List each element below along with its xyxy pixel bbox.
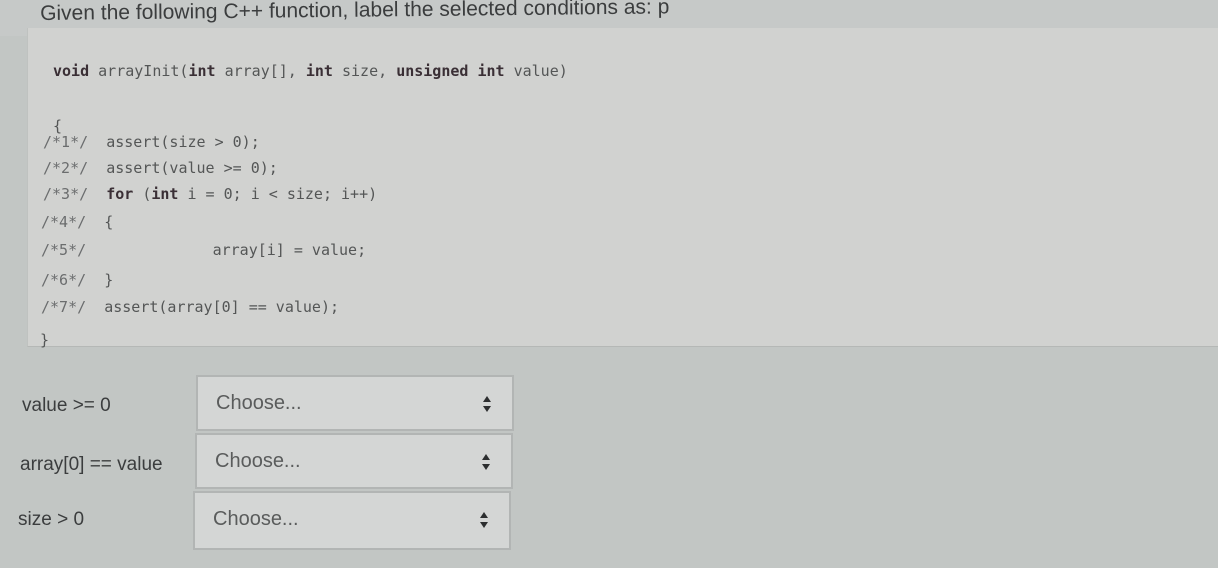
code-line-6: /*6*/ } [41, 271, 113, 289]
code-text: array[i] = value; [86, 241, 367, 259]
code-line-2: /*2*/ assert(value >= 0); [43, 159, 278, 177]
code-text: size, [332, 62, 397, 80]
code-text: array[], [215, 62, 306, 80]
code-text: value) [504, 62, 568, 80]
code-block: void arrayInit(int array[], int size, un… [27, 28, 1218, 349]
line-comment: /*1*/ [43, 133, 89, 151]
line-comment: /*3*/ [43, 185, 89, 203]
code-line-4: /*4*/ { [41, 213, 113, 231]
line-comment: /*7*/ [41, 298, 87, 316]
select-value: Choose... [216, 392, 302, 414]
select-value: Choose... [213, 508, 299, 530]
code-text: } [86, 271, 114, 289]
code-text: ( [133, 185, 152, 203]
keyword: int [305, 62, 333, 80]
function-signature: void arrayInit(int array[], int size, un… [53, 62, 568, 80]
condition-select[interactable]: Choose... [196, 375, 514, 431]
keyword: unsigned int [396, 62, 505, 80]
select-value: Choose... [215, 450, 301, 472]
match-row: size > 0 Choose... [0, 491, 530, 550]
line-comment: /*5*/ [41, 241, 87, 259]
condition-select[interactable]: Choose... [193, 491, 511, 550]
condition-label: array[0] == value [20, 454, 163, 475]
updown-arrows-icon [482, 454, 490, 470]
code-line-5: /*5*/ array[i] = value; [41, 241, 366, 259]
keyword: int [151, 185, 179, 203]
code-line-1: /*1*/ assert(size > 0); [43, 133, 260, 151]
code-line-7: /*7*/ assert(array[0] == value); [41, 298, 339, 316]
condition-select[interactable]: Choose... [195, 433, 513, 489]
updown-arrows-icon [483, 396, 491, 412]
keyword: for [106, 185, 134, 203]
code-text: arrayInit( [89, 62, 189, 80]
code-text: assert(size > 0); [88, 133, 260, 151]
updown-arrows-icon [480, 512, 488, 528]
keyword: int [188, 62, 216, 80]
condition-label: value >= 0 [22, 395, 111, 416]
line-comment: /*6*/ [41, 271, 87, 289]
code-text: assert(value >= 0); [88, 159, 278, 177]
line-comment: /*2*/ [43, 159, 89, 177]
condition-label: size > 0 [18, 509, 85, 530]
code-text: { [86, 213, 114, 231]
match-row: value >= 0 Choose... [0, 375, 530, 433]
code-line-3: /*3*/ for (int i = 0; i < size; i++) [43, 185, 377, 203]
line-comment: /*4*/ [41, 213, 87, 231]
code-text: assert(array[0] == value); [86, 298, 340, 316]
keyword: void [53, 62, 90, 80]
code-text: i = 0; i < size; i++) [178, 185, 378, 203]
close-brace: } [40, 331, 50, 349]
match-row: array[0] == value Choose... [0, 433, 530, 491]
